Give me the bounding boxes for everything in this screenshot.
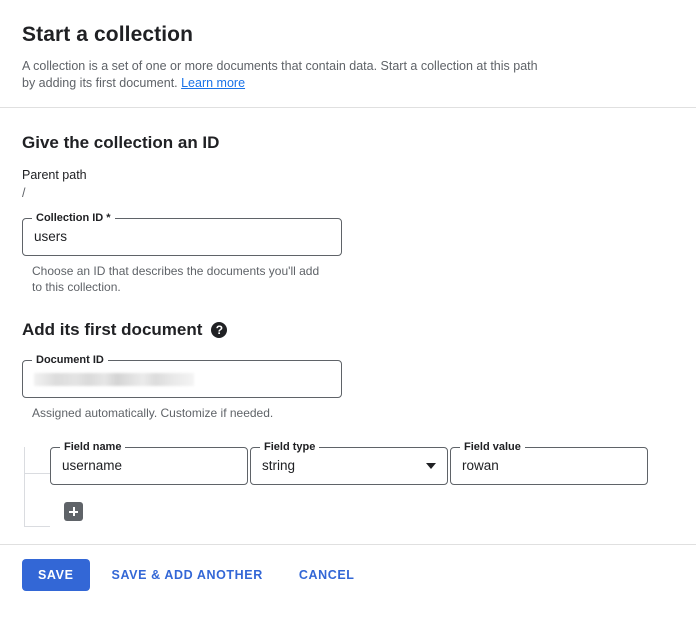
tree-trunk-line (24, 447, 25, 527)
document-id-label: Document ID (32, 354, 108, 367)
dialog-body: Give the collection an ID Parent path / … (0, 132, 696, 534)
document-id-redacted-value (34, 372, 194, 386)
add-field-button[interactable] (64, 502, 83, 521)
field-row: Field name username Field type string Fi… (50, 441, 674, 485)
header-divider (0, 107, 696, 108)
field-type-label: Field type (260, 441, 320, 454)
parent-path-value: / (22, 186, 26, 200)
save-button[interactable]: SAVE (22, 559, 90, 591)
tree-branch-field-row (24, 473, 50, 474)
field-type-value: string (262, 458, 296, 473)
document-fields-area: Field name username Field type string Fi… (22, 441, 674, 534)
collection-section-title-label: Give the collection an ID (22, 133, 220, 152)
field-name-input[interactable]: Field name username (50, 441, 248, 485)
dialog-footer: SAVE SAVE & ADD ANOTHER CANCEL (0, 545, 696, 605)
collection-id-value: users (34, 229, 68, 244)
page-description: A collection is a set of one or more doc… (22, 58, 542, 91)
page-title: Start a collection (22, 23, 194, 46)
chevron-down-icon[interactable] (426, 463, 436, 469)
collection-id-label: Collection ID * (32, 212, 115, 225)
parent-path-label: Parent path (22, 168, 87, 182)
field-name-value: username (62, 458, 123, 473)
learn-more-link[interactable]: Learn more (181, 76, 245, 90)
collection-id-input[interactable]: Collection ID * users (22, 212, 342, 256)
document-id-hint: Assigned automatically. Customize if nee… (32, 406, 274, 420)
save-and-add-another-button[interactable]: SAVE & ADD ANOTHER (98, 559, 277, 591)
document-section-title-label: Add its first document (22, 320, 203, 339)
field-name-label: Field name (60, 441, 126, 454)
field-value-input[interactable]: Field value rowan (450, 441, 648, 485)
dialog-header: Start a collection A collection is a set… (0, 0, 696, 107)
collection-id-hint: Choose an ID that describes the document… (32, 264, 320, 294)
field-value-label: Field value (460, 441, 525, 454)
field-type-select[interactable]: Field type string (250, 441, 448, 485)
document-section-title: Add its first document ? (22, 319, 674, 341)
page-description-text: A collection is a set of one or more doc… (22, 59, 538, 90)
field-value-value: rowan (462, 458, 499, 473)
document-id-input[interactable]: Document ID (22, 354, 342, 398)
help-icon[interactable]: ? (211, 322, 228, 338)
collection-section-title: Give the collection an ID (22, 132, 674, 154)
tree-branch-add-button (24, 526, 50, 527)
cancel-button[interactable]: CANCEL (285, 559, 369, 591)
